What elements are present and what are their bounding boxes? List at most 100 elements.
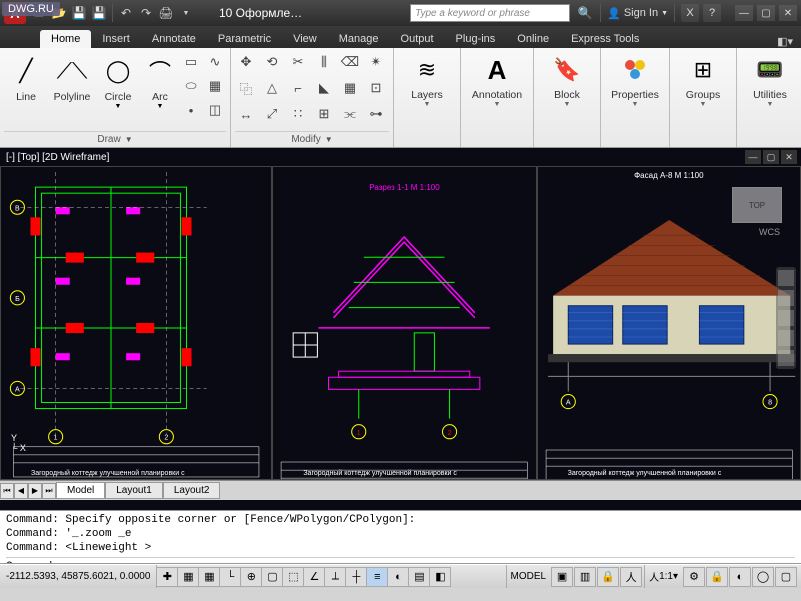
panel-title[interactable]: Modify▼ xyxy=(235,131,389,147)
qp-icon[interactable]: ▤ xyxy=(408,567,430,587)
pan-icon[interactable] xyxy=(778,290,794,306)
qat-redo-icon[interactable]: ↷ xyxy=(137,4,155,22)
minimize-button[interactable]: ― xyxy=(735,5,753,21)
extend-icon[interactable]: ⫼ xyxy=(313,51,335,73)
stretch-icon[interactable]: ↔ xyxy=(235,103,257,125)
qat-save-icon[interactable]: 💾 xyxy=(70,4,88,22)
rotate-icon[interactable]: ⟲ xyxy=(261,51,283,73)
viewport-plan[interactable]: 12ВБА Y└ X Загородный коттедж улучшенной… xyxy=(0,166,272,480)
array-icon[interactable]: ▦ xyxy=(339,77,361,99)
properties-button[interactable]: Properties▼ xyxy=(605,51,665,108)
transparency-icon[interactable]: ◐ xyxy=(387,567,409,587)
help-search-input[interactable]: Type a keyword or phrase xyxy=(410,4,570,22)
align-icon[interactable]: ⊞ xyxy=(313,103,335,125)
search-icon[interactable]: 🔍 xyxy=(576,4,594,22)
viewport-label[interactable]: [-] [Top] [2D Wireframe] xyxy=(0,152,109,163)
toolbar-lock-icon[interactable]: 🔒 xyxy=(706,567,728,587)
rectangle-icon[interactable]: ▭ xyxy=(180,51,202,73)
ducs-icon[interactable]: ⟂ xyxy=(324,567,346,587)
viewport-minimize-icon[interactable]: ― xyxy=(745,150,761,164)
qat-undo-icon[interactable]: ↶ xyxy=(117,4,135,22)
infer-constraints-icon[interactable]: ✚ xyxy=(156,567,178,587)
coordinates-readout[interactable]: -2112.5393, 45875.6021, 0.0000 xyxy=(0,565,157,588)
polar-icon[interactable]: ⊕ xyxy=(240,567,262,587)
tab-insert[interactable]: Insert xyxy=(91,30,141,48)
tab-home[interactable]: Home xyxy=(40,30,91,48)
fillet-icon[interactable]: ⌐ xyxy=(287,77,309,99)
tab-last-icon[interactable]: ⏭ xyxy=(42,483,56,499)
groups-button[interactable]: ⊞Groups▼ xyxy=(674,51,732,108)
panel-title[interactable]: Draw▼ xyxy=(4,131,226,147)
viewport-facade[interactable]: TOP WCS Фасад А-8 М 1:100 А8 xyxy=(537,166,801,480)
arrayp-icon[interactable]: ∷ xyxy=(287,103,309,125)
qat-saveas-icon[interactable]: 💾 xyxy=(90,4,108,22)
qat-dropdown-icon[interactable]: ▼ xyxy=(177,4,195,22)
offset-icon[interactable]: ⊡ xyxy=(365,77,387,99)
qat-open-icon[interactable]: 📂 xyxy=(50,4,68,22)
block-button[interactable]: 🔖Block▼ xyxy=(538,51,596,108)
layout-tab-2[interactable]: Layout2 xyxy=(163,482,221,499)
snap-icon[interactable]: ▦ xyxy=(177,567,199,587)
join-icon[interactable]: ⊶ xyxy=(365,103,387,125)
tab-annotate[interactable]: Annotate xyxy=(141,30,207,48)
quickview-drawings-icon[interactable]: ▥ xyxy=(574,567,596,587)
layout-tab-model[interactable]: Model xyxy=(56,482,105,499)
tab-plugins[interactable]: Plug-ins xyxy=(445,30,507,48)
break-icon[interactable]: ⫘ xyxy=(339,103,361,125)
layout-tab-1[interactable]: Layout1 xyxy=(105,482,163,499)
showmotion-icon[interactable] xyxy=(778,350,794,366)
quickview-layouts-icon[interactable]: ▣ xyxy=(551,567,573,587)
maximize-button[interactable]: ▢ xyxy=(757,5,775,21)
tab-express-tools[interactable]: Express Tools xyxy=(560,30,650,48)
help-icon[interactable]: ? xyxy=(703,4,721,22)
model-space-button[interactable]: MODEL xyxy=(506,565,551,588)
annotation-button[interactable]: AAnnotation▼ xyxy=(465,51,529,108)
tab-manage[interactable]: Manage xyxy=(328,30,390,48)
tab-view[interactable]: View xyxy=(282,30,328,48)
tab-first-icon[interactable]: ⏮ xyxy=(0,483,14,499)
qat-print-icon[interactable]: 🖨 xyxy=(157,4,175,22)
tab-online[interactable]: Online xyxy=(506,30,560,48)
exchange-icon[interactable]: X xyxy=(681,4,699,22)
qat-new-icon[interactable]: 🗋 xyxy=(30,4,48,22)
annotation-visibility-icon[interactable]: 人 xyxy=(620,567,642,587)
hardware-accel-icon[interactable]: ◐ xyxy=(729,567,751,587)
sc-icon[interactable]: ◧ xyxy=(429,567,451,587)
app-logo[interactable]: A xyxy=(4,2,26,24)
scale-icon[interactable]: ⤢ xyxy=(261,103,283,125)
tab-output[interactable]: Output xyxy=(390,30,445,48)
polyline-button[interactable]: ⟋⟍Polyline xyxy=(50,51,94,127)
arc-button[interactable]: ⌒Arc▼ xyxy=(142,51,178,127)
tab-next-icon[interactable]: ▶ xyxy=(28,483,42,499)
tab-prev-icon[interactable]: ◀ xyxy=(14,483,28,499)
viewport-maximize-icon[interactable]: ▢ xyxy=(763,150,779,164)
circle-button[interactable]: ◯Circle▼ xyxy=(96,51,140,127)
ribbon-options-icon[interactable]: ◧▾ xyxy=(777,35,801,48)
ortho-icon[interactable]: └ xyxy=(219,567,241,587)
dyn-icon[interactable]: ┼ xyxy=(345,567,367,587)
annotation-scale-icon[interactable]: 🔒 xyxy=(597,567,619,587)
clean-screen-icon[interactable]: ▢ xyxy=(775,567,797,587)
viewport-close-icon[interactable]: ✕ xyxy=(781,150,797,164)
trim-icon[interactable]: ✂ xyxy=(287,51,309,73)
viewcube[interactable]: TOP xyxy=(732,187,782,223)
workspace-switching-icon[interactable]: ⚙ xyxy=(683,567,705,587)
viewport-section[interactable]: Разрез 1-1 М 1:100 12 Загородный коттедж… xyxy=(272,166,536,480)
point-icon[interactable]: • xyxy=(180,99,202,121)
osnap-icon[interactable]: ▢ xyxy=(261,567,283,587)
line-button[interactable]: ╱Line xyxy=(4,51,48,127)
layers-button[interactable]: ≋Layers▼ xyxy=(398,51,456,108)
snap3d-icon[interactable]: ⬚ xyxy=(282,567,304,587)
sign-in-button[interactable]: 👤 Sign In ▼ xyxy=(607,7,668,20)
orbit-icon[interactable] xyxy=(778,330,794,346)
ellipse-icon[interactable]: ⬭ xyxy=(180,75,202,97)
erase-icon[interactable]: ⌫ xyxy=(339,51,361,73)
region-icon[interactable]: ◫ xyxy=(204,99,226,121)
hatch-icon[interactable]: ▦ xyxy=(204,75,226,97)
otrack-icon[interactable]: ∠ xyxy=(303,567,325,587)
explode-icon[interactable]: ✴ xyxy=(365,51,387,73)
utilities-button[interactable]: 📟Utilities▼ xyxy=(741,51,799,108)
chamfer-icon[interactable]: ◣ xyxy=(313,77,335,99)
move-icon[interactable]: ✥ xyxy=(235,51,257,73)
spline-icon[interactable]: ∿ xyxy=(204,51,226,73)
